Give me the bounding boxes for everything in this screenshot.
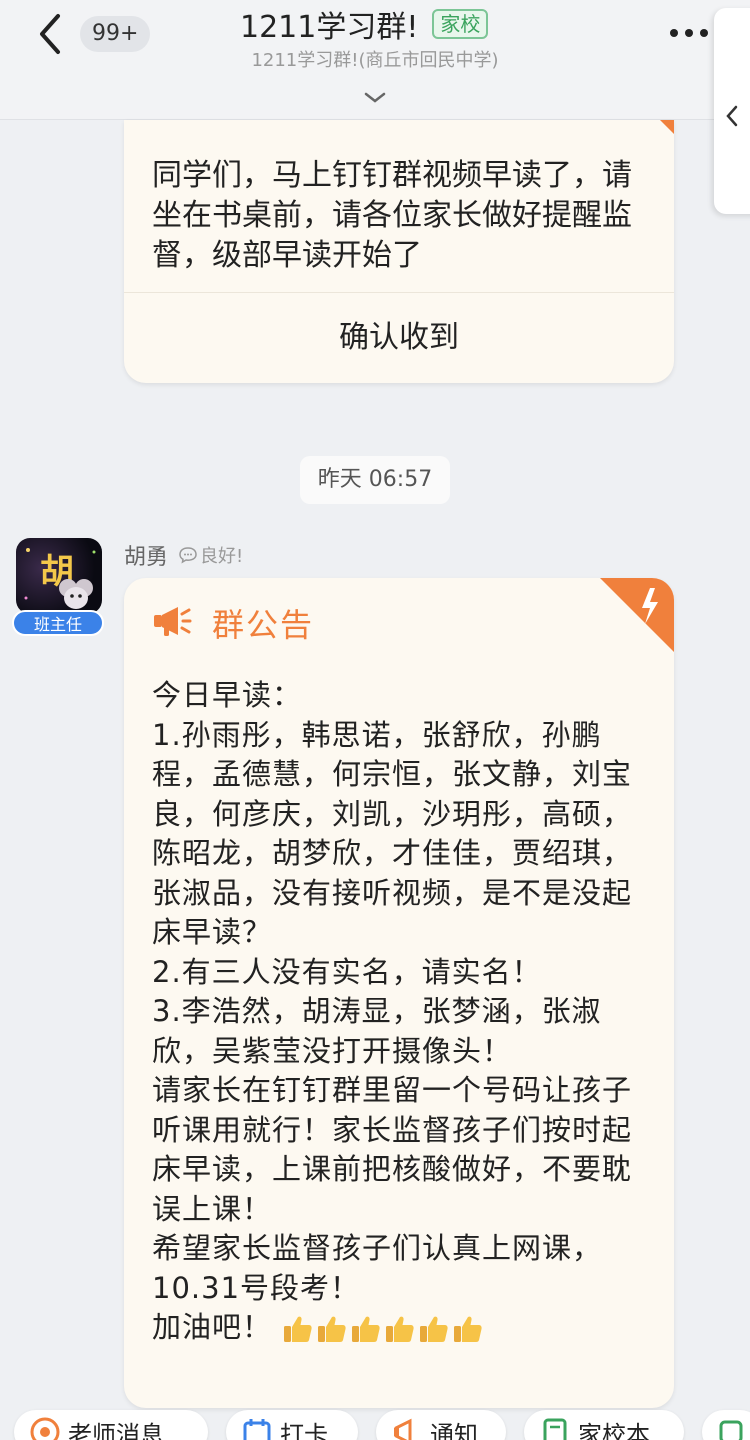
thumbs-up-icon bbox=[352, 1316, 380, 1342]
mouse-illustration bbox=[24, 548, 96, 609]
group-title: 1211学习群! bbox=[240, 10, 419, 45]
calendar-icon bbox=[243, 1419, 271, 1440]
chat-bubble-icon bbox=[179, 547, 197, 564]
announcement-line: 3.李浩然，胡涛显，张梦涵，张淑欣，吴紫莹没打开摄像头！ bbox=[152, 994, 602, 1068]
announcement-line: 1.孙雨彤，韩思诺，张舒欣，孙鹏程，孟德慧，何宗恒，张文静，刘宝良，何彦庆，刘凯… bbox=[152, 717, 633, 950]
home-school-book-button[interactable]: 家校本 bbox=[524, 1410, 684, 1440]
group-type-tag: 家校 bbox=[432, 9, 489, 39]
more-quick-button[interactable] bbox=[702, 1410, 750, 1440]
message-text: 同学们，马上钉钉群视频早读了，请坐在书桌前，请各位家长做好提醒监督，级部早读开始… bbox=[152, 158, 632, 273]
subtitle-text: 1211学习群!(商丘市回民中学) bbox=[251, 50, 499, 71]
sender-row: 胡勇 良好! bbox=[124, 540, 243, 570]
teacher-icon bbox=[30, 1417, 60, 1440]
message-card-previous: 同学们，马上钉钉群视频早读了，请坐在书桌前，请各位家长做好提醒监督，级部早读开始… bbox=[124, 120, 674, 383]
announcement-body: 今日早读： 1.孙雨彤，韩思诺，张舒欣，孙鹏程，孟德慧，何宗恒，张文静，刘宝良，… bbox=[152, 676, 652, 1348]
teacher-messages-label: 老师消息 bbox=[68, 1420, 164, 1440]
confirm-received-button[interactable]: 确认收到 bbox=[124, 293, 674, 383]
sender-name[interactable]: 胡勇 bbox=[124, 539, 168, 571]
thumbs-up-icon bbox=[454, 1316, 482, 1342]
check-in-label: 打卡 bbox=[280, 1420, 328, 1440]
announcement-closing-line: 加油吧！ bbox=[152, 1308, 652, 1348]
title-row: 1211学习群! 家校 bbox=[240, 4, 489, 45]
chevron-down-icon[interactable] bbox=[364, 92, 386, 104]
thumbs-up-emoji-row bbox=[282, 1314, 484, 1344]
announcement-line: 今日早读： bbox=[152, 678, 303, 712]
home-school-book-label: 家校本 bbox=[578, 1420, 650, 1440]
book-icon bbox=[543, 1418, 567, 1440]
announcement-title: 群公告 bbox=[212, 606, 315, 644]
notice-label: 通知 bbox=[430, 1420, 478, 1440]
app-icon bbox=[719, 1420, 743, 1440]
avatar[interactable]: 胡 bbox=[16, 538, 102, 614]
announcement-line: 请家长在钉钉群里留一个号码让孩子听课用就行！家长监督孩子们按时起床早读，上课前把… bbox=[152, 1073, 633, 1226]
side-drawer-tab[interactable] bbox=[714, 8, 750, 214]
thumbs-up-icon bbox=[284, 1316, 312, 1342]
check-in-button[interactable]: 打卡 bbox=[226, 1410, 358, 1440]
thumbs-up-icon bbox=[318, 1316, 346, 1342]
megaphone-icon bbox=[154, 607, 192, 636]
thumbs-up-icon bbox=[420, 1316, 448, 1342]
ribbon-corner bbox=[660, 120, 674, 134]
quick-action-bar: 老师消息 打卡 通知 家校本 bbox=[0, 1404, 750, 1440]
more-options-icon[interactable] bbox=[664, 18, 714, 48]
status-text: 良好! bbox=[200, 546, 244, 567]
teacher-messages-button[interactable]: 老师消息 bbox=[14, 1410, 208, 1440]
role-badge: 班主任 bbox=[12, 610, 104, 636]
closing-text: 加油吧！ bbox=[152, 1310, 273, 1344]
megaphone-icon bbox=[394, 1418, 412, 1440]
notice-button[interactable]: 通知 bbox=[376, 1410, 506, 1440]
announcement-line: 希望家长监督孩子们认真上网课，10.31号段考！ bbox=[152, 1231, 603, 1305]
sender-status: 良好! bbox=[178, 542, 243, 568]
thumbs-up-icon bbox=[386, 1316, 414, 1342]
timestamp: 昨天 06:57 bbox=[300, 456, 450, 504]
announcement-card: 群公告 今日早读： 1.孙雨彤，韩思诺，张舒欣，孙鹏程，孟德慧，何宗恒，张文静，… bbox=[124, 578, 674, 1408]
chat-header: 99+ 1211学习群! 家校 1211学习群!(商丘市回民中学) bbox=[0, 0, 750, 120]
chevron-left-icon bbox=[726, 105, 738, 127]
lightning-ribbon-icon bbox=[600, 578, 674, 652]
announcement-line: 2.有三人没有实名，请实名！ bbox=[152, 954, 542, 989]
group-subtitle: 1211学习群!(商丘市回民中学) bbox=[0, 46, 750, 72]
